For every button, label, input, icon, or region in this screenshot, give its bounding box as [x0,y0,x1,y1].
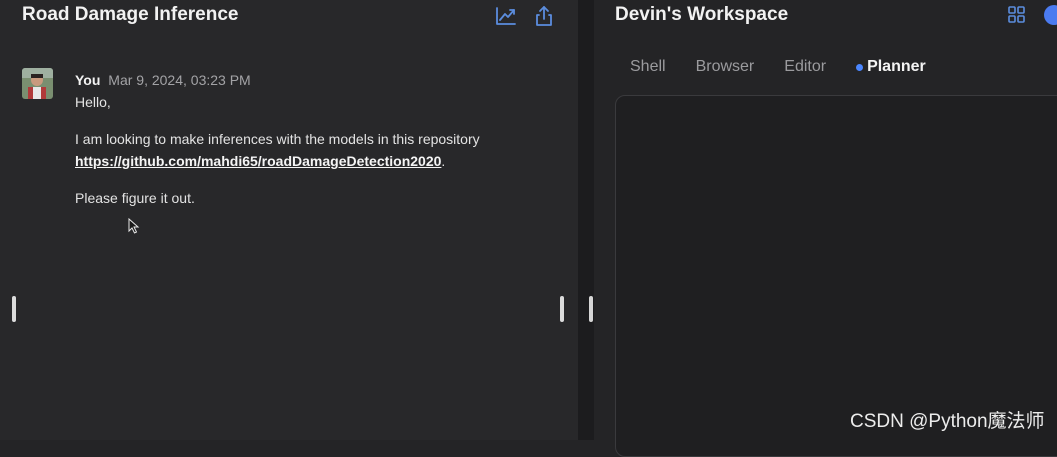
planner-panel [615,95,1057,457]
grid-icon[interactable] [1008,6,1025,23]
mouse-cursor-icon [128,217,140,234]
session-title: Road Damage Inference [22,4,239,25]
message-timestamp: Mar 9, 2024, 03:23 PM [108,72,251,88]
tab-editor[interactable]: Editor [784,58,826,76]
avatar [22,68,53,99]
toggle-icon[interactable] [1044,5,1057,25]
repo-link[interactable]: https://github.com/mahdi65/roadDamageDet… [75,153,441,169]
active-dot-icon [856,63,864,71]
message-body: I am looking to make inferences with the… [75,131,480,147]
chat-message: You Mar 9, 2024, 03:23 PM Hello, I am lo… [75,69,555,209]
tab-shell[interactable]: Shell [630,58,666,76]
link-suffix: . [441,153,446,169]
tab-planner[interactable]: Planner [856,58,926,76]
pane-divider[interactable] [578,0,594,440]
tab-planner-label: Planner [867,58,926,75]
workspace-tabs: Shell Browser Editor Planner [630,58,956,76]
tab-browser[interactable]: Browser [696,58,755,76]
workspace-title: Devin's Workspace [615,4,789,25]
chat-pane: Road Damage Inference You Mar 9, 2024, 0… [0,0,578,440]
message-greeting: Hello, [75,94,111,110]
message-author: You [75,72,101,88]
resize-handle-right[interactable] [560,296,564,322]
message-closing: Please figure it out. [75,190,195,206]
watermark: CSDN @Python魔法师 [850,411,1045,432]
chart-line-icon[interactable] [495,5,517,27]
resize-handle-left[interactable] [12,296,16,322]
share-icon[interactable] [533,5,555,27]
workspace-pane: Devin's Workspace Shell Browser Editor P… [594,0,1057,457]
divider-handle[interactable] [589,296,593,322]
